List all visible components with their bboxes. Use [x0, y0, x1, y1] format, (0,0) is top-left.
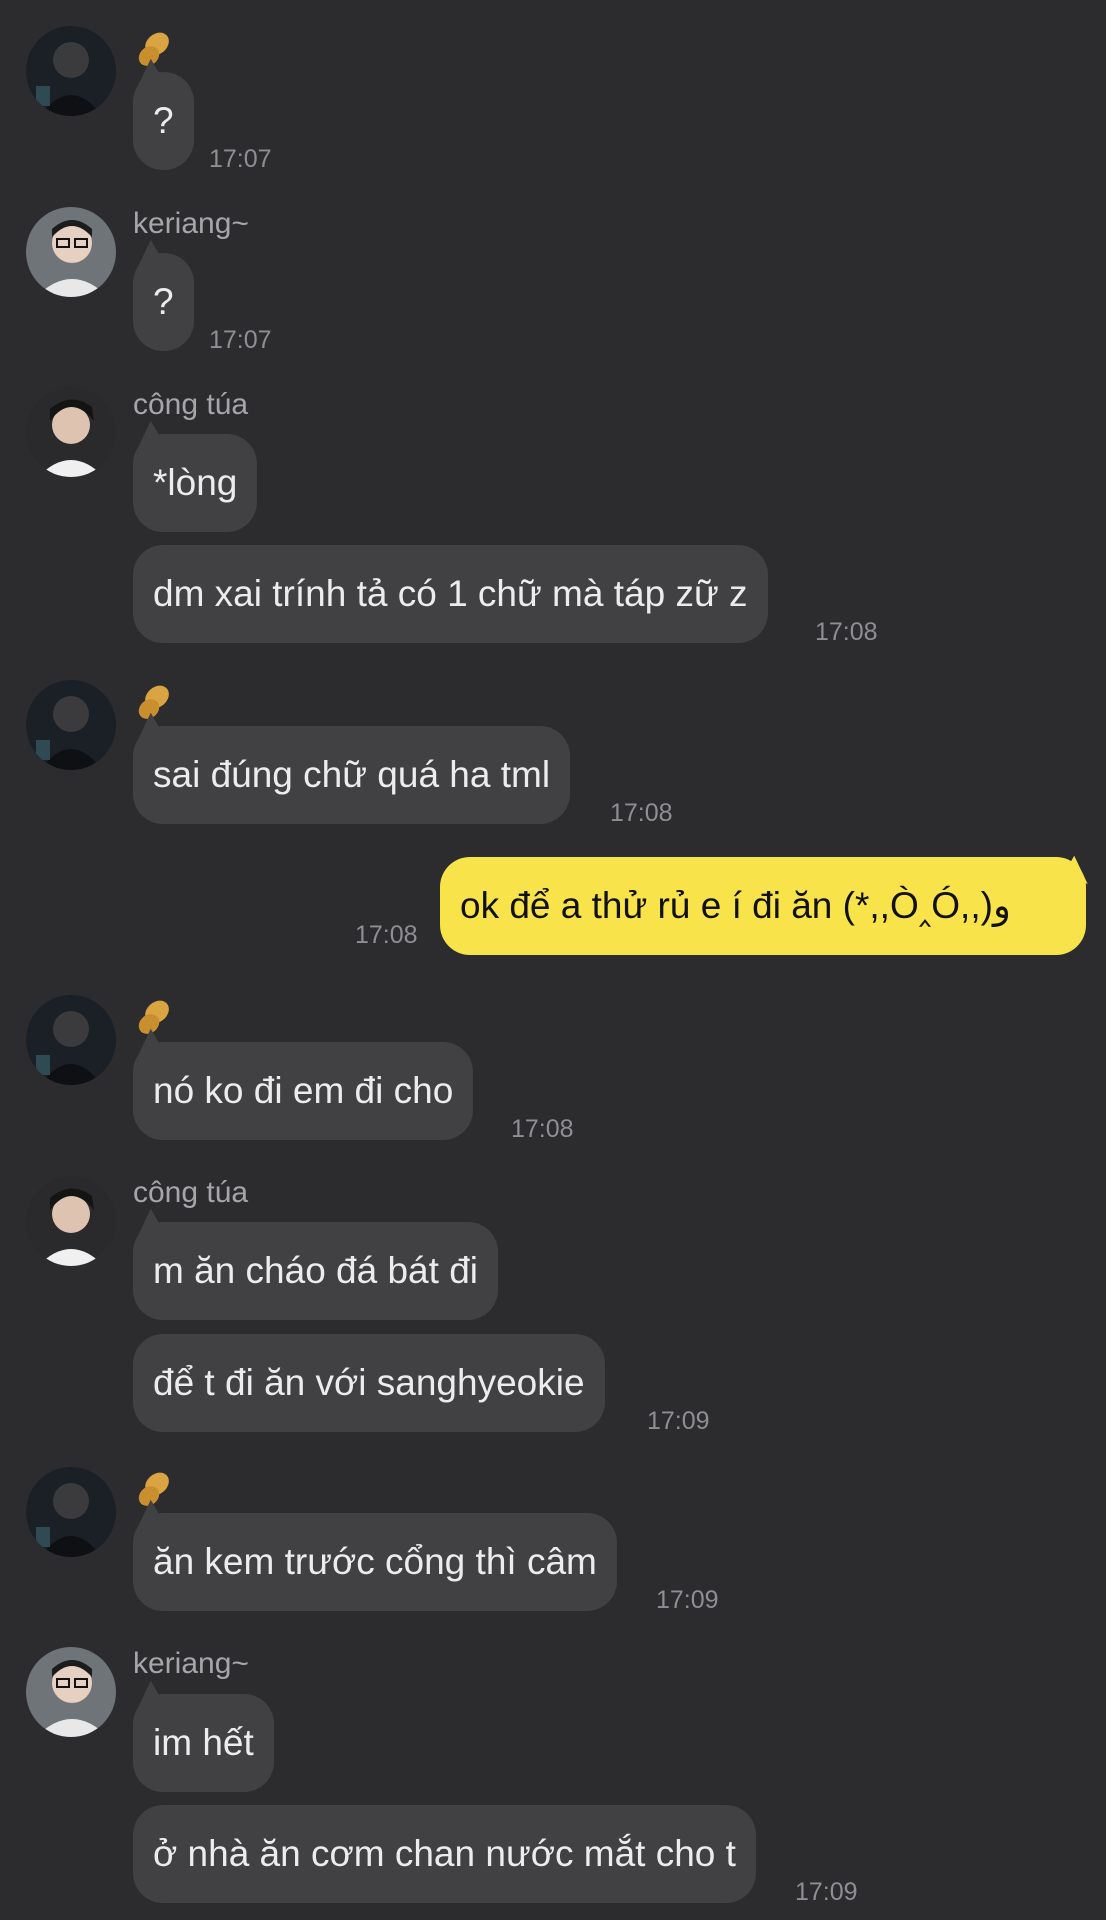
message-bubble[interactable]: để t đi ăn với sanghyeokie [133, 1334, 605, 1432]
message-time: 17:09 [795, 1878, 858, 1906]
message-bubble[interactable]: m ăn cháo đá bát đi [133, 1222, 498, 1320]
message-time: 17:08 [355, 921, 418, 949]
message-bubble[interactable]: ? [133, 72, 194, 170]
my-message-bubble[interactable]: ok để a thử rủ e í đi ăn (*,,Ò‸Ó,,)و [440, 857, 1086, 955]
sender-name: keriang~ [133, 207, 249, 240]
avatar[interactable] [26, 1176, 116, 1266]
avatar[interactable] [26, 680, 116, 770]
sender-name: keriang~ [133, 1647, 249, 1680]
message-bubble[interactable]: ăn kem trước cổng thì câm [133, 1513, 617, 1611]
message-time: 17:09 [656, 1586, 719, 1614]
avatar[interactable] [26, 995, 116, 1085]
message-bubble[interactable]: ? [133, 253, 194, 351]
message-bubble[interactable]: *lòng [133, 434, 258, 532]
sender-name: công túa [133, 1176, 249, 1209]
avatar[interactable] [26, 26, 116, 116]
avatar[interactable] [26, 1647, 116, 1737]
message-time: 17:07 [209, 145, 272, 173]
message-time: 17:08 [610, 799, 673, 827]
peanut-icon [138, 685, 169, 719]
message-time: 17:07 [209, 326, 272, 354]
message-time: 17:08 [815, 618, 878, 646]
message-bubble[interactable]: nó ko đi em đi cho [133, 1042, 474, 1140]
message-bubble[interactable]: dm xai trính tả có 1 chữ mà táp zữ z [133, 545, 768, 643]
peanut-icon [138, 1000, 169, 1034]
avatar[interactable] [26, 207, 116, 297]
avatar[interactable] [26, 387, 116, 477]
message-time: 17:08 [511, 1115, 574, 1143]
sender-name: công túa [133, 388, 249, 421]
message-bubble[interactable]: sai đúng chữ quá ha tml [133, 726, 571, 824]
peanut-icon [138, 1472, 169, 1506]
message-time: 17:09 [647, 1407, 710, 1435]
message-bubble[interactable]: im hết [133, 1694, 274, 1792]
message-bubble[interactable]: ở nhà ăn cơm chan nước mắt cho t [133, 1805, 756, 1903]
avatar[interactable] [26, 1467, 116, 1557]
peanut-icon [138, 32, 169, 66]
